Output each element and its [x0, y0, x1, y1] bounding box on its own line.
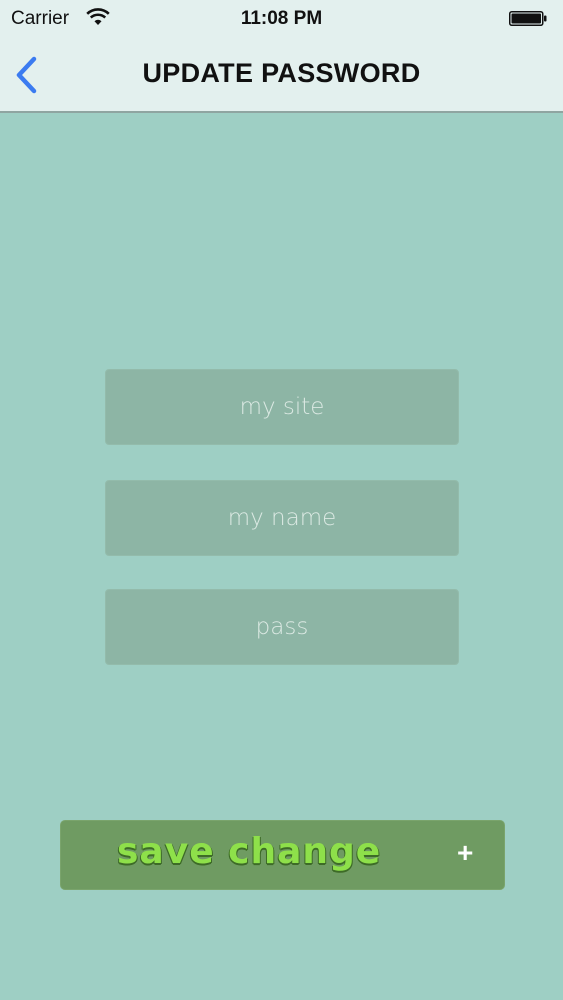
battery-icon	[509, 11, 547, 26]
status-bar: Carrier 11:08 PM	[0, 0, 563, 40]
save-change-label: save change	[117, 831, 382, 872]
name-field[interactable]	[105, 480, 459, 556]
navigation-bar: Carrier 11:08 PM UPDATE PASSWORD	[0, 0, 563, 113]
plus-icon: +	[457, 837, 474, 868]
pass-input[interactable]	[106, 589, 458, 665]
site-field[interactable]	[105, 369, 459, 445]
pass-field[interactable]	[105, 589, 459, 665]
site-input[interactable]	[106, 369, 458, 445]
status-time: 11:08 PM	[240, 8, 323, 29]
save-change-button[interactable]: save change +	[60, 820, 505, 890]
page-title: UPDATE PASSWORD	[142, 58, 421, 88]
name-input[interactable]	[106, 480, 458, 556]
